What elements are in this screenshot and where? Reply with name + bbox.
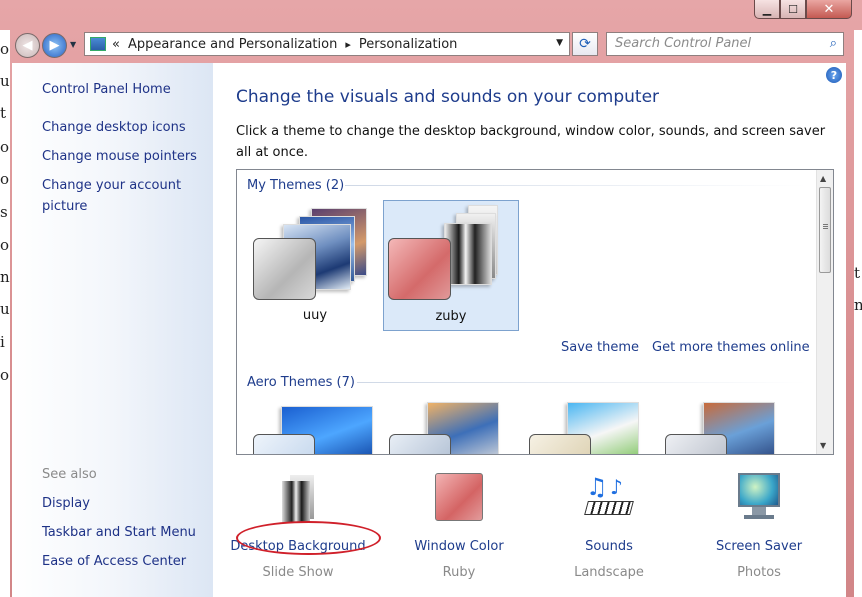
see-also-taskbar[interactable]: Taskbar and Start Menu	[42, 522, 196, 543]
screen-saver-value: Photos	[737, 565, 781, 580]
breadcrumb-overflow[interactable]: «	[112, 37, 120, 52]
caption-buttons: ▁ ☐ ✕	[754, 0, 852, 20]
arrow-left-icon: ◀	[22, 38, 33, 53]
theme-list[interactable]: My Themes (2) uuy zuby Save theme Get mo…	[236, 169, 834, 455]
theme-uuy-color-swatch	[253, 238, 316, 300]
close-button[interactable]: ✕	[806, 0, 852, 19]
address-bar[interactable]: « Appearance and Personalization ▸ Perso…	[84, 32, 570, 56]
divider	[357, 382, 807, 383]
sounds-icon: ♫ ♪	[584, 473, 634, 525]
theme-list-scrollbar[interactable]: ▲ ▼	[816, 170, 833, 454]
theme-uuy[interactable]: uuy	[247, 200, 383, 331]
minimize-button[interactable]: ▁	[754, 0, 780, 19]
window-color-link[interactable]: Window Color	[384, 539, 534, 554]
get-more-themes-link[interactable]: Get more themes online	[652, 340, 810, 355]
my-themes-heading: My Themes (2)	[247, 178, 345, 193]
desktop-background-value: Slide Show	[262, 565, 334, 580]
save-theme-link[interactable]: Save theme	[561, 340, 639, 355]
divider	[345, 185, 807, 186]
search-input[interactable]: Search Control Panel ⌕	[606, 32, 844, 56]
scroll-down-icon[interactable]: ▼	[820, 441, 826, 450]
help-icon: ?	[830, 68, 838, 82]
sidebar: Control Panel Home Change desktop icons …	[12, 63, 213, 597]
maximize-button[interactable]: ☐	[780, 0, 806, 19]
scroll-up-icon[interactable]: ▲	[820, 174, 826, 183]
back-button[interactable]: ◀	[15, 33, 40, 58]
arrow-right-icon: ▶	[49, 38, 60, 53]
breadcrumb-separator-icon[interactable]: ▸	[345, 38, 351, 51]
screen-saver-icon	[736, 473, 782, 523]
aero-themes-heading: Aero Themes (7)	[247, 375, 355, 390]
breadcrumb-personalization[interactable]: Personalization	[359, 37, 458, 52]
theme-zuby-color-swatch	[388, 238, 451, 300]
scroll-thumb[interactable]	[819, 187, 831, 273]
client-area: Control Panel Home Change desktop icons …	[12, 63, 846, 597]
sounds-link[interactable]: Sounds	[534, 539, 684, 554]
address-dropdown-icon[interactable]: ▼	[556, 38, 563, 48]
help-button[interactable]: ?	[826, 67, 842, 83]
background-document-left: o u t o o s o n u i o	[0, 30, 10, 597]
page-description: Click a theme to change the desktop back…	[236, 124, 826, 160]
see-also-ease-of-access[interactable]: Ease of Access Center	[42, 551, 186, 572]
screen-saver-link[interactable]: Screen Saver	[684, 539, 834, 554]
sounds-value: Landscape	[574, 565, 644, 580]
forward-button[interactable]: ▶	[42, 33, 67, 58]
sidebar-link-change-desktop-icons[interactable]: Change desktop icons	[42, 117, 186, 138]
window-color-value: Ruby	[442, 565, 476, 580]
theme-uuy-name: uuy	[302, 308, 328, 323]
aero-theme-landscapes[interactable]	[659, 398, 795, 454]
aero-theme-windows[interactable]	[247, 398, 383, 454]
breadcrumb-appearance[interactable]: Appearance and Personalization	[128, 37, 337, 52]
theme-zuby[interactable]: zuby	[383, 200, 519, 331]
background-document-right: t n	[854, 30, 862, 597]
sidebar-link-change-account-picture[interactable]: Change your account	[42, 175, 181, 196]
sidebar-link-change-account-picture-2[interactable]: picture	[42, 196, 87, 217]
control-panel-icon	[90, 37, 106, 51]
see-also-heading: See also	[42, 467, 97, 482]
refresh-button[interactable]: ⟳	[572, 32, 598, 56]
theme-zuby-name: zuby	[435, 309, 467, 324]
see-also-display[interactable]: Display	[42, 493, 90, 514]
aero-theme-architecture[interactable]	[383, 398, 519, 454]
window-color-swatch-icon	[435, 473, 483, 521]
desktop-background-icon	[282, 475, 314, 523]
search-placeholder: Search Control Panel	[615, 36, 752, 51]
search-icon[interactable]: ⌕	[830, 36, 837, 51]
aero-theme-characters[interactable]	[523, 398, 659, 454]
red-circle-annotation	[236, 521, 381, 555]
recent-pages-dropdown[interactable]: ▼	[70, 40, 76, 49]
sidebar-link-control-panel-home[interactable]: Control Panel Home	[42, 79, 171, 100]
refresh-icon: ⟳	[579, 36, 591, 52]
page-title: Change the visuals and sounds on your co…	[236, 87, 660, 107]
sidebar-link-change-mouse-pointers[interactable]: Change mouse pointers	[42, 146, 197, 167]
